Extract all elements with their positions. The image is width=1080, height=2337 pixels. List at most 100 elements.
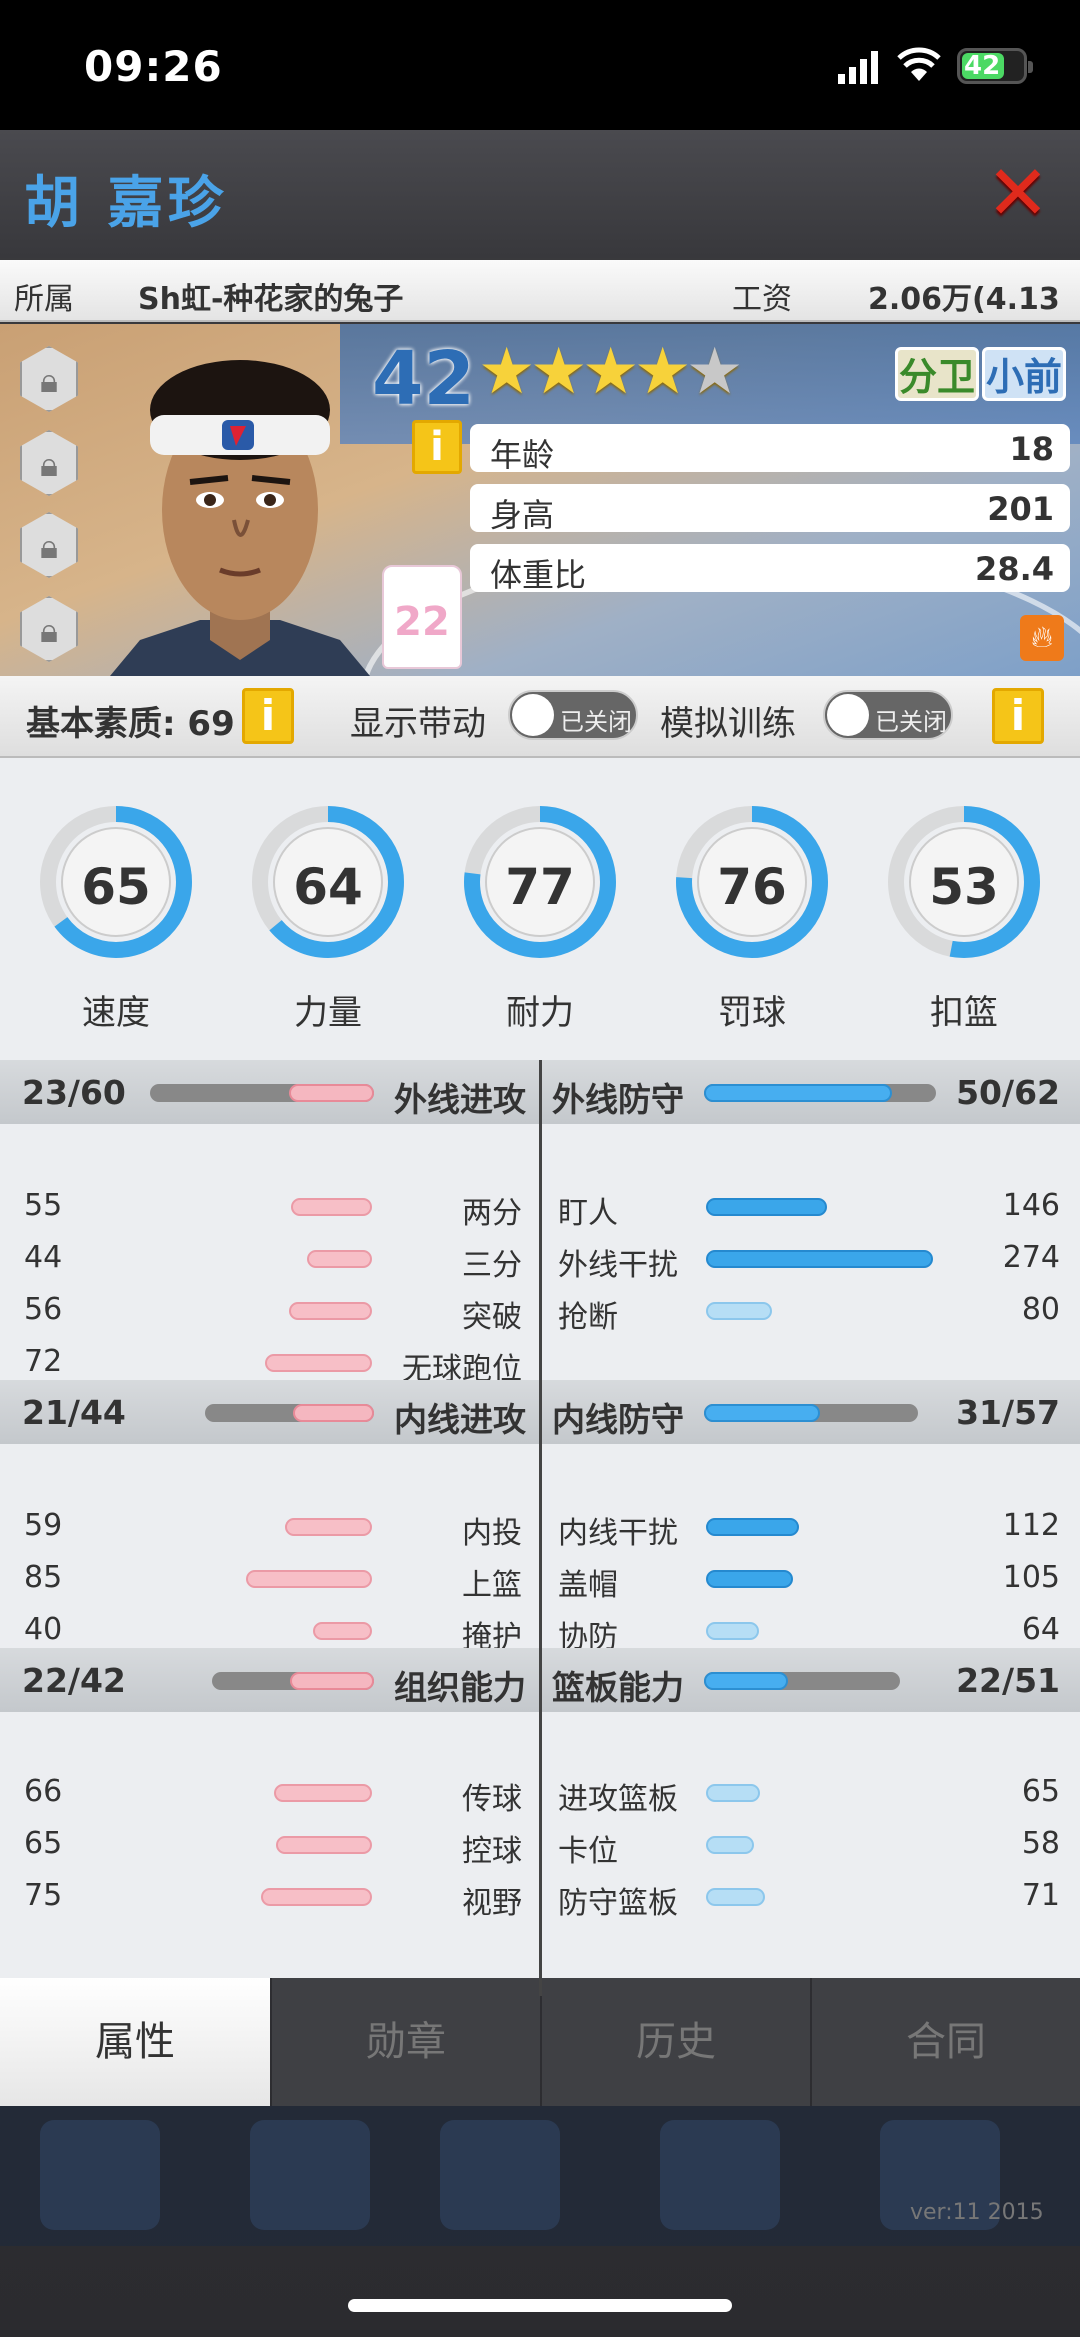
stat-value: 105 <box>1002 1560 1060 1595</box>
stat-bar <box>706 1784 760 1802</box>
section-left-title: 内线进攻 <box>394 1400 526 1439</box>
stat-value: 65 <box>1021 1774 1060 1809</box>
section-left-score: 22/42 <box>22 1661 126 1700</box>
star-icon: ★ <box>530 335 588 409</box>
wifi-icon <box>897 47 941 81</box>
section-left-bar-fill <box>289 1672 374 1690</box>
stat-value: 72 <box>24 1344 63 1379</box>
stat-value: 59 <box>24 1508 63 1543</box>
stat-bar <box>265 1354 372 1372</box>
stat-value: 40 <box>24 1612 63 1647</box>
stat-label: 盯人 <box>558 1196 618 1231</box>
stat-value: 64 <box>1021 1612 1060 1647</box>
stat-bar <box>706 1198 828 1216</box>
attr-row-age: 年龄 18 <box>470 424 1070 474</box>
sim-label: 模拟训练 <box>660 704 796 744</box>
info-icon[interactable]: i <box>412 420 462 474</box>
gauge-label: 力量 <box>294 993 362 1033</box>
close-button[interactable]: ✕ <box>985 155 1051 231</box>
stat-bar <box>275 1836 372 1854</box>
stat-label: 上篮 <box>462 1568 522 1603</box>
team-salary-bar: 所属 Sh虹-种花家的兔子 工资 2.06万(4.13万) <box>0 260 1080 361</box>
stat-value: 112 <box>1002 1508 1060 1543</box>
cellular-signal-icon <box>838 51 878 84</box>
section-right-score: 22/51 <box>956 1661 1060 1700</box>
stat-label: 传球 <box>462 1782 522 1817</box>
stat-bar <box>246 1570 372 1588</box>
section-left-bar-fill <box>292 1404 374 1422</box>
section-left-bar-fill <box>288 1084 374 1102</box>
section-left-title: 组织能力 <box>394 1668 526 1707</box>
section-right-bar-fill <box>704 1404 820 1422</box>
nav-icon <box>440 2120 560 2230</box>
gauge-value: 64 <box>293 858 363 916</box>
tab-attributes[interactable]: 属性 <box>0 1978 270 2106</box>
status-bar: 09:26 42 <box>0 0 1080 130</box>
stat-value: 85 <box>24 1560 63 1595</box>
nav-icon <box>250 2120 370 2230</box>
team-name: Sh虹-种花家的兔子 <box>138 282 404 317</box>
stat-label: 外线干扰 <box>558 1248 678 1283</box>
stat-label: 进攻篮板 <box>558 1782 678 1817</box>
stat-value: 56 <box>24 1292 63 1327</box>
stat-label: 防守篮板 <box>558 1886 678 1921</box>
tab-history[interactable]: 历史 <box>542 1978 810 2106</box>
version-label: ver:11 2015 <box>910 2200 1044 2225</box>
stat-bar <box>261 1888 372 1906</box>
stat-label: 视野 <box>462 1886 522 1921</box>
section-left-score: 21/44 <box>22 1393 126 1432</box>
sim-toggle[interactable]: 已关闭 <box>823 690 953 740</box>
attr-row-weight-ratio: 体重比 28.4 <box>470 544 1070 594</box>
section-right-bar-fill <box>704 1084 892 1102</box>
stat-bar <box>706 1302 773 1320</box>
stat-label: 突破 <box>462 1300 522 1335</box>
show-label: 显示带动 <box>350 704 486 744</box>
clock: 09:26 <box>84 42 223 91</box>
stat-bar <box>706 1250 934 1268</box>
stat-value: 66 <box>24 1774 63 1809</box>
star-icon: ★ <box>634 335 692 409</box>
home-indicator[interactable] <box>348 2299 732 2312</box>
battery-icon: 42 <box>957 48 1033 84</box>
section-left-score: 23/60 <box>22 1073 126 1112</box>
overall-rating: 42 <box>372 336 475 422</box>
gauge-value: 77 <box>505 858 575 916</box>
star-icon: ★ <box>686 335 744 409</box>
stat-label: 盖帽 <box>558 1568 618 1603</box>
gauge-label: 耐力 <box>506 993 574 1033</box>
stat-value: 146 <box>1002 1188 1060 1223</box>
stat-value: 75 <box>24 1878 63 1913</box>
gauge-value: 53 <box>929 858 999 916</box>
info-icon[interactable]: i <box>242 688 294 744</box>
section-right-score: 31/57 <box>956 1393 1060 1432</box>
nav-icon <box>40 2120 160 2230</box>
section-divider <box>539 1648 542 1996</box>
stat-label: 内投 <box>462 1516 522 1551</box>
stat-value: 44 <box>24 1240 63 1275</box>
position-badge: 小前 <box>982 347 1066 401</box>
stat-label: 内线干扰 <box>558 1516 678 1551</box>
jersey-number: 22 <box>382 565 462 669</box>
show-toggle[interactable]: 已关闭 <box>508 690 638 740</box>
stat-value: 65 <box>24 1826 63 1861</box>
tab-contract[interactable]: 合同 <box>812 1978 1080 2106</box>
stat-bar <box>274 1784 372 1802</box>
stat-bar <box>312 1622 372 1640</box>
tab-medals[interactable]: 勋章 <box>272 1978 540 2106</box>
stat-label: 卡位 <box>558 1834 618 1869</box>
stat-value: 80 <box>1021 1292 1060 1327</box>
gauge-label: 罚球 <box>718 993 786 1033</box>
gauge-value: 65 <box>81 858 151 916</box>
section-right-score: 50/62 <box>956 1073 1060 1112</box>
stat-bar <box>706 1888 765 1906</box>
star-icon: ★ <box>478 335 536 409</box>
fire-icon[interactable]: 🔥︎ <box>1020 615 1064 661</box>
basic-quality-label: 基本素质: 69 <box>26 704 235 744</box>
attr-row-height: 身高 201 <box>470 484 1070 534</box>
stat-label: 三分 <box>462 1248 522 1283</box>
stat-bar <box>290 1198 372 1216</box>
info-icon[interactable]: i <box>992 688 1044 744</box>
player-name: 胡 嘉珍 <box>24 171 228 236</box>
stat-bar <box>706 1622 760 1640</box>
gauge-label: 扣篮 <box>930 993 998 1033</box>
